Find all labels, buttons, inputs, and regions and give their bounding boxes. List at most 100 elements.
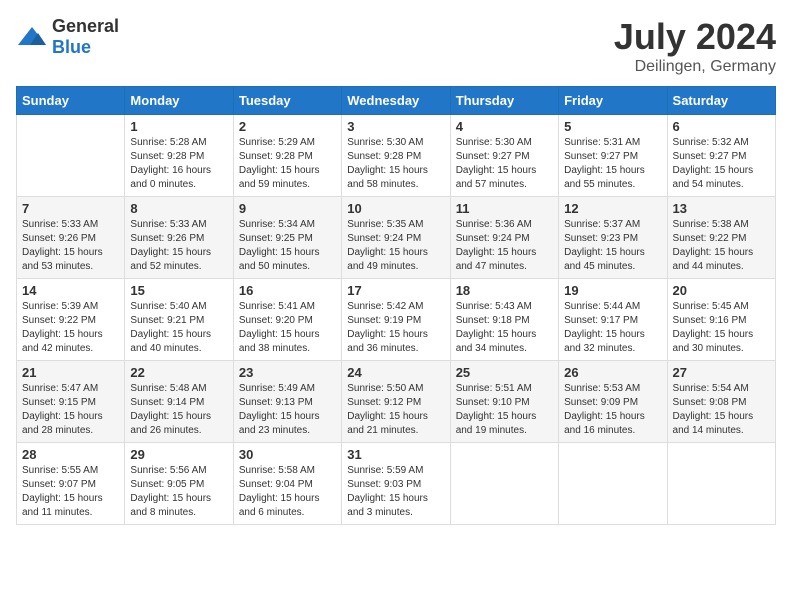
day-number: 3 xyxy=(347,119,444,134)
day-number: 16 xyxy=(239,283,336,298)
calendar-cell: 13Sunrise: 5:38 AM Sunset: 9:22 PM Dayli… xyxy=(667,197,775,279)
calendar-cell: 16 Sunrise: 5:41 AM Sunset: 9:20 PM Dayli… xyxy=(233,279,341,361)
calendar-cell: 11Sunrise: 5:36 AM Sunset: 9:24 PM Dayli… xyxy=(450,197,558,279)
calendar-cell: 1Sunrise: 5:28 AM Sunset: 9:28 PM Daylig… xyxy=(125,115,233,197)
page-header: General Blue July 2024 Deilingen, German… xyxy=(16,16,776,76)
day-number: 21 xyxy=(22,365,119,380)
day-number: 18 xyxy=(456,283,553,298)
cell-info: Sunrise: 5:47 AM Sunset: 9:15 PM Dayligh… xyxy=(22,382,119,438)
cell-info: Sunrise: 5:49 AM Sunset: 9:13 PM Dayligh… xyxy=(239,382,336,438)
month-title: July 2024 xyxy=(614,16,776,58)
cell-info: Sunrise: 5:29 AM Sunset: 9:28 PM Dayligh… xyxy=(239,136,336,192)
day-number: 5 xyxy=(564,119,661,134)
logo-blue: Blue xyxy=(52,37,91,57)
calendar-table: SundayMondayTuesdayWednesdayThursdayFrid… xyxy=(16,86,776,525)
cell-info: Sunrise: 5:42 AM Sunset: 9:19 PM Dayligh… xyxy=(347,300,444,356)
calendar-body: 1Sunrise: 5:28 AM Sunset: 9:28 PM Daylig… xyxy=(17,115,776,525)
calendar-cell xyxy=(559,443,667,525)
day-number: 17 xyxy=(347,283,444,298)
day-number: 2 xyxy=(239,119,336,134)
cell-info: Sunrise: 5:55 AM Sunset: 9:07 PM Dayligh… xyxy=(22,464,119,520)
day-number: 24 xyxy=(347,365,444,380)
week-row: 1Sunrise: 5:28 AM Sunset: 9:28 PM Daylig… xyxy=(17,115,776,197)
cell-info: Sunrise: 5:33 AM Sunset: 9:26 PM Dayligh… xyxy=(130,218,227,274)
day-number: 12 xyxy=(564,201,661,216)
calendar-cell: 23 Sunrise: 5:49 AM Sunset: 9:13 PM Dayli… xyxy=(233,361,341,443)
day-number: 9 xyxy=(239,201,336,216)
day-number: 1 xyxy=(130,119,227,134)
day-number: 10 xyxy=(347,201,444,216)
calendar-cell: 30 Sunrise: 5:58 AM Sunset: 9:04 PM Dayli… xyxy=(233,443,341,525)
col-header-sunday: Sunday xyxy=(17,87,125,115)
calendar-cell: 28 Sunrise: 5:55 AM Sunset: 9:07 PM Dayli… xyxy=(17,443,125,525)
logo-icon xyxy=(16,25,48,49)
cell-info: Sunrise: 5:50 AM Sunset: 9:12 PM Dayligh… xyxy=(347,382,444,438)
cell-info: Sunrise: 5:38 AM Sunset: 9:22 PM Dayligh… xyxy=(673,218,770,274)
cell-info: Sunrise: 5:59 AM Sunset: 9:03 PM Dayligh… xyxy=(347,464,444,520)
calendar-cell: 14Sunrise: 5:39 AM Sunset: 9:22 PM Dayli… xyxy=(17,279,125,361)
cell-info: Sunrise: 5:34 AM Sunset: 9:25 PM Dayligh… xyxy=(239,218,336,274)
day-number: 4 xyxy=(456,119,553,134)
calendar-cell: 2 Sunrise: 5:29 AM Sunset: 9:28 PM Daylig… xyxy=(233,115,341,197)
calendar-cell xyxy=(450,443,558,525)
day-number: 22 xyxy=(130,365,227,380)
calendar-cell: 20 Sunrise: 5:45 AM Sunset: 9:16 PM Dayli… xyxy=(667,279,775,361)
calendar-cell: 15Sunrise: 5:40 AM Sunset: 9:21 PM Dayli… xyxy=(125,279,233,361)
calendar-cell: 18Sunrise: 5:43 AM Sunset: 9:18 PM Dayli… xyxy=(450,279,558,361)
day-number: 20 xyxy=(673,283,770,298)
col-header-tuesday: Tuesday xyxy=(233,87,341,115)
day-number: 7 xyxy=(22,201,119,216)
cell-info: Sunrise: 5:32 AM Sunset: 9:27 PM Dayligh… xyxy=(673,136,770,192)
cell-info: Sunrise: 5:41 AM Sunset: 9:20 PM Dayligh… xyxy=(239,300,336,356)
cell-info: Sunrise: 5:39 AM Sunset: 9:22 PM Dayligh… xyxy=(22,300,119,356)
col-header-friday: Friday xyxy=(559,87,667,115)
week-row: 14Sunrise: 5:39 AM Sunset: 9:22 PM Dayli… xyxy=(17,279,776,361)
cell-info: Sunrise: 5:56 AM Sunset: 9:05 PM Dayligh… xyxy=(130,464,227,520)
day-number: 23 xyxy=(239,365,336,380)
day-number: 28 xyxy=(22,447,119,462)
calendar-cell xyxy=(17,115,125,197)
calendar-cell: 17 Sunrise: 5:42 AM Sunset: 9:19 PM Dayli… xyxy=(342,279,450,361)
col-header-monday: Monday xyxy=(125,87,233,115)
calendar-cell: 22 Sunrise: 5:48 AM Sunset: 9:14 PM Dayli… xyxy=(125,361,233,443)
cell-info: Sunrise: 5:51 AM Sunset: 9:10 PM Dayligh… xyxy=(456,382,553,438)
day-number: 29 xyxy=(130,447,227,462)
cell-info: Sunrise: 5:31 AM Sunset: 9:27 PM Dayligh… xyxy=(564,136,661,192)
calendar-cell: 3 Sunrise: 5:30 AM Sunset: 9:28 PM Daylig… xyxy=(342,115,450,197)
day-number: 27 xyxy=(673,365,770,380)
cell-info: Sunrise: 5:33 AM Sunset: 9:26 PM Dayligh… xyxy=(22,218,119,274)
calendar-cell: 29 Sunrise: 5:56 AM Sunset: 9:05 PM Dayli… xyxy=(125,443,233,525)
day-number: 25 xyxy=(456,365,553,380)
cell-info: Sunrise: 5:53 AM Sunset: 9:09 PM Dayligh… xyxy=(564,382,661,438)
col-header-saturday: Saturday xyxy=(667,87,775,115)
cell-info: Sunrise: 5:37 AM Sunset: 9:23 PM Dayligh… xyxy=(564,218,661,274)
calendar-cell: 7 Sunrise: 5:33 AM Sunset: 9:26 PM Daylig… xyxy=(17,197,125,279)
calendar-cell: 24 Sunrise: 5:50 AM Sunset: 9:12 PM Dayli… xyxy=(342,361,450,443)
calendar-cell: 25 Sunrise: 5:51 AM Sunset: 9:10 PM Dayli… xyxy=(450,361,558,443)
cell-info: Sunrise: 5:40 AM Sunset: 9:21 PM Dayligh… xyxy=(130,300,227,356)
calendar-cell: 26 Sunrise: 5:53 AM Sunset: 9:09 PM Dayli… xyxy=(559,361,667,443)
day-number: 6 xyxy=(673,119,770,134)
cell-info: Sunrise: 5:30 AM Sunset: 9:27 PM Dayligh… xyxy=(456,136,553,192)
cell-info: Sunrise: 5:45 AM Sunset: 9:16 PM Dayligh… xyxy=(673,300,770,356)
week-row: 7 Sunrise: 5:33 AM Sunset: 9:26 PM Daylig… xyxy=(17,197,776,279)
calendar-cell: 27 Sunrise: 5:54 AM Sunset: 9:08 PM Dayli… xyxy=(667,361,775,443)
calendar-cell: 6 Sunrise: 5:32 AM Sunset: 9:27 PM Daylig… xyxy=(667,115,775,197)
cell-info: Sunrise: 5:58 AM Sunset: 9:04 PM Dayligh… xyxy=(239,464,336,520)
day-number: 8 xyxy=(130,201,227,216)
day-number: 19 xyxy=(564,283,661,298)
calendar-cell: 19Sunrise: 5:44 AM Sunset: 9:17 PM Dayli… xyxy=(559,279,667,361)
day-number: 30 xyxy=(239,447,336,462)
cell-info: Sunrise: 5:35 AM Sunset: 9:24 PM Dayligh… xyxy=(347,218,444,274)
calendar-cell: 12 Sunrise: 5:37 AM Sunset: 9:23 PM Dayli… xyxy=(559,197,667,279)
cell-info: Sunrise: 5:30 AM Sunset: 9:28 PM Dayligh… xyxy=(347,136,444,192)
logo-general: General xyxy=(52,16,119,36)
logo: General Blue xyxy=(16,16,119,58)
cell-info: Sunrise: 5:54 AM Sunset: 9:08 PM Dayligh… xyxy=(673,382,770,438)
week-row: 28 Sunrise: 5:55 AM Sunset: 9:07 PM Dayli… xyxy=(17,443,776,525)
week-row: 21 Sunrise: 5:47 AM Sunset: 9:15 PM Dayli… xyxy=(17,361,776,443)
cell-info: Sunrise: 5:48 AM Sunset: 9:14 PM Dayligh… xyxy=(130,382,227,438)
col-header-wednesday: Wednesday xyxy=(342,87,450,115)
day-number: 26 xyxy=(564,365,661,380)
calendar-cell: 9 Sunrise: 5:34 AM Sunset: 9:25 PM Daylig… xyxy=(233,197,341,279)
